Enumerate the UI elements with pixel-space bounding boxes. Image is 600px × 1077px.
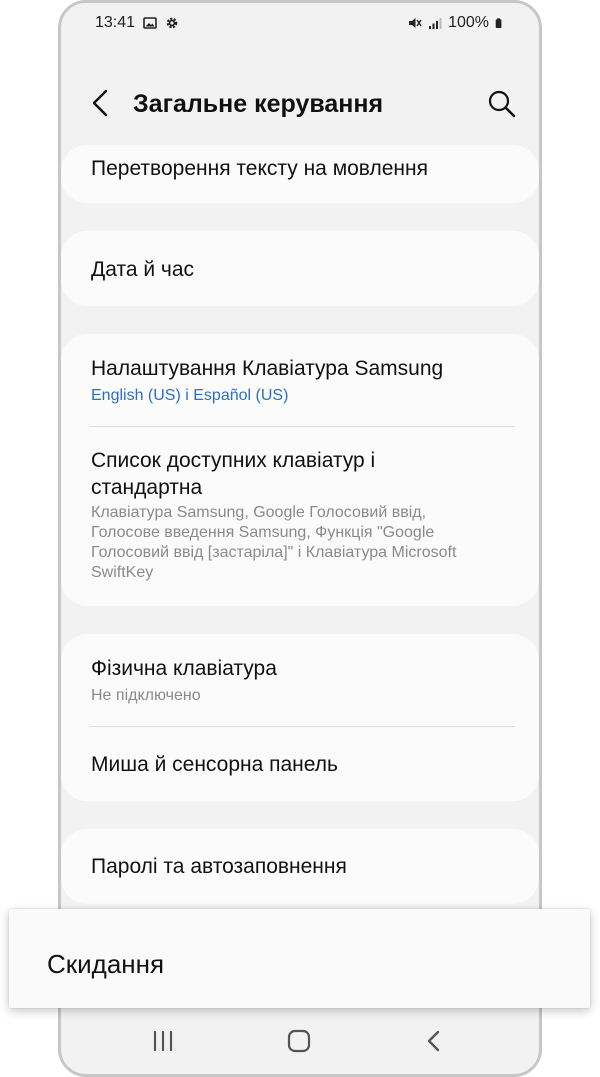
sublabel-line: Голосове введення Samsung, Функція "Goog… (91, 524, 435, 541)
mute-icon (409, 18, 422, 28)
setting-sublabel: Клавіатура Samsung, Google Голосовий вві… (91, 503, 515, 583)
setting-label: Фізична клавіатура (91, 657, 277, 680)
setting-label: Паролі та автозаповнення (91, 855, 347, 878)
setting-label-line: стандартна (91, 476, 203, 499)
setting-item-passwords[interactable]: Паролі та автозаповнення (91, 853, 515, 880)
recents-icon[interactable] (145, 1026, 181, 1056)
setting-label-line: Список доступних клавіатур і (91, 449, 376, 472)
setting-sublabel: Не підключено (91, 687, 201, 704)
signal-icon (429, 18, 442, 29)
setting-sublabel: English (US) і Español (US) (91, 387, 289, 404)
status-bar-right: 100% (408, 14, 505, 32)
setting-item-physical-keyboard[interactable]: Фізична клавіатура Не підключено (91, 655, 515, 706)
setting-label: Скидання (47, 949, 165, 979)
setting-label: Налаштування Клавіатура Samsung (91, 357, 444, 380)
status-bar-left: 13:41 (95, 14, 179, 32)
settings-card-passwords: Паролі та автозаповнення (61, 829, 539, 904)
sublabel-line: SwiftKey (91, 564, 154, 581)
sublabel-line: Клавіатура Samsung, Google Голосовий вві… (91, 504, 427, 521)
setting-item-tts[interactable]: Перетворення тексту на мовлення (91, 155, 515, 182)
search-icon[interactable] (485, 87, 519, 121)
status-bar: 13:41 100% (61, 3, 539, 43)
status-time: 13:41 (95, 14, 136, 31)
battery-icon (495, 18, 502, 28)
setting-item-samsung-keyboard[interactable]: Налаштування Клавіатура Samsung English … (91, 355, 515, 406)
app-header: Загальне керування (61, 75, 539, 131)
navigation-bar (61, 1004, 539, 1074)
setting-item-date-time[interactable]: Дата й час (91, 256, 515, 283)
settings-card-input-devices: Фізична клавіатура Не підключено Миша й … (61, 634, 539, 801)
divider (89, 726, 515, 727)
back-icon[interactable] (416, 1026, 452, 1056)
setting-label: Дата й час (91, 258, 195, 281)
setting-item-mouse-touchpad[interactable]: Миша й сенсорна панель (91, 751, 515, 778)
page-title: Загальне керування (133, 90, 384, 118)
setting-label: Миша й сенсорна панель (91, 753, 338, 776)
battery-percent: 100% (448, 14, 489, 31)
gear-icon (166, 17, 178, 29)
setting-item-reset[interactable]: Скидання (9, 909, 590, 1008)
settings-card-datetime: Дата й час (61, 231, 539, 306)
settings-card-tts: Перетворення тексту на мовлення (61, 145, 539, 203)
chevron-left-icon[interactable] (83, 85, 119, 121)
home-icon[interactable] (281, 1026, 317, 1056)
sublabel-line: Голосовий ввід [застаріла]" і Клавіатура… (91, 544, 457, 561)
image-icon (143, 17, 157, 29)
settings-card-keyboards: Налаштування Клавіатура Samsung English … (61, 334, 539, 606)
setting-item-keyboard-list[interactable]: Список доступних клавіатур і стандартна … (91, 447, 515, 583)
setting-label: Перетворення тексту на мовлення (91, 157, 428, 180)
divider (89, 426, 515, 427)
